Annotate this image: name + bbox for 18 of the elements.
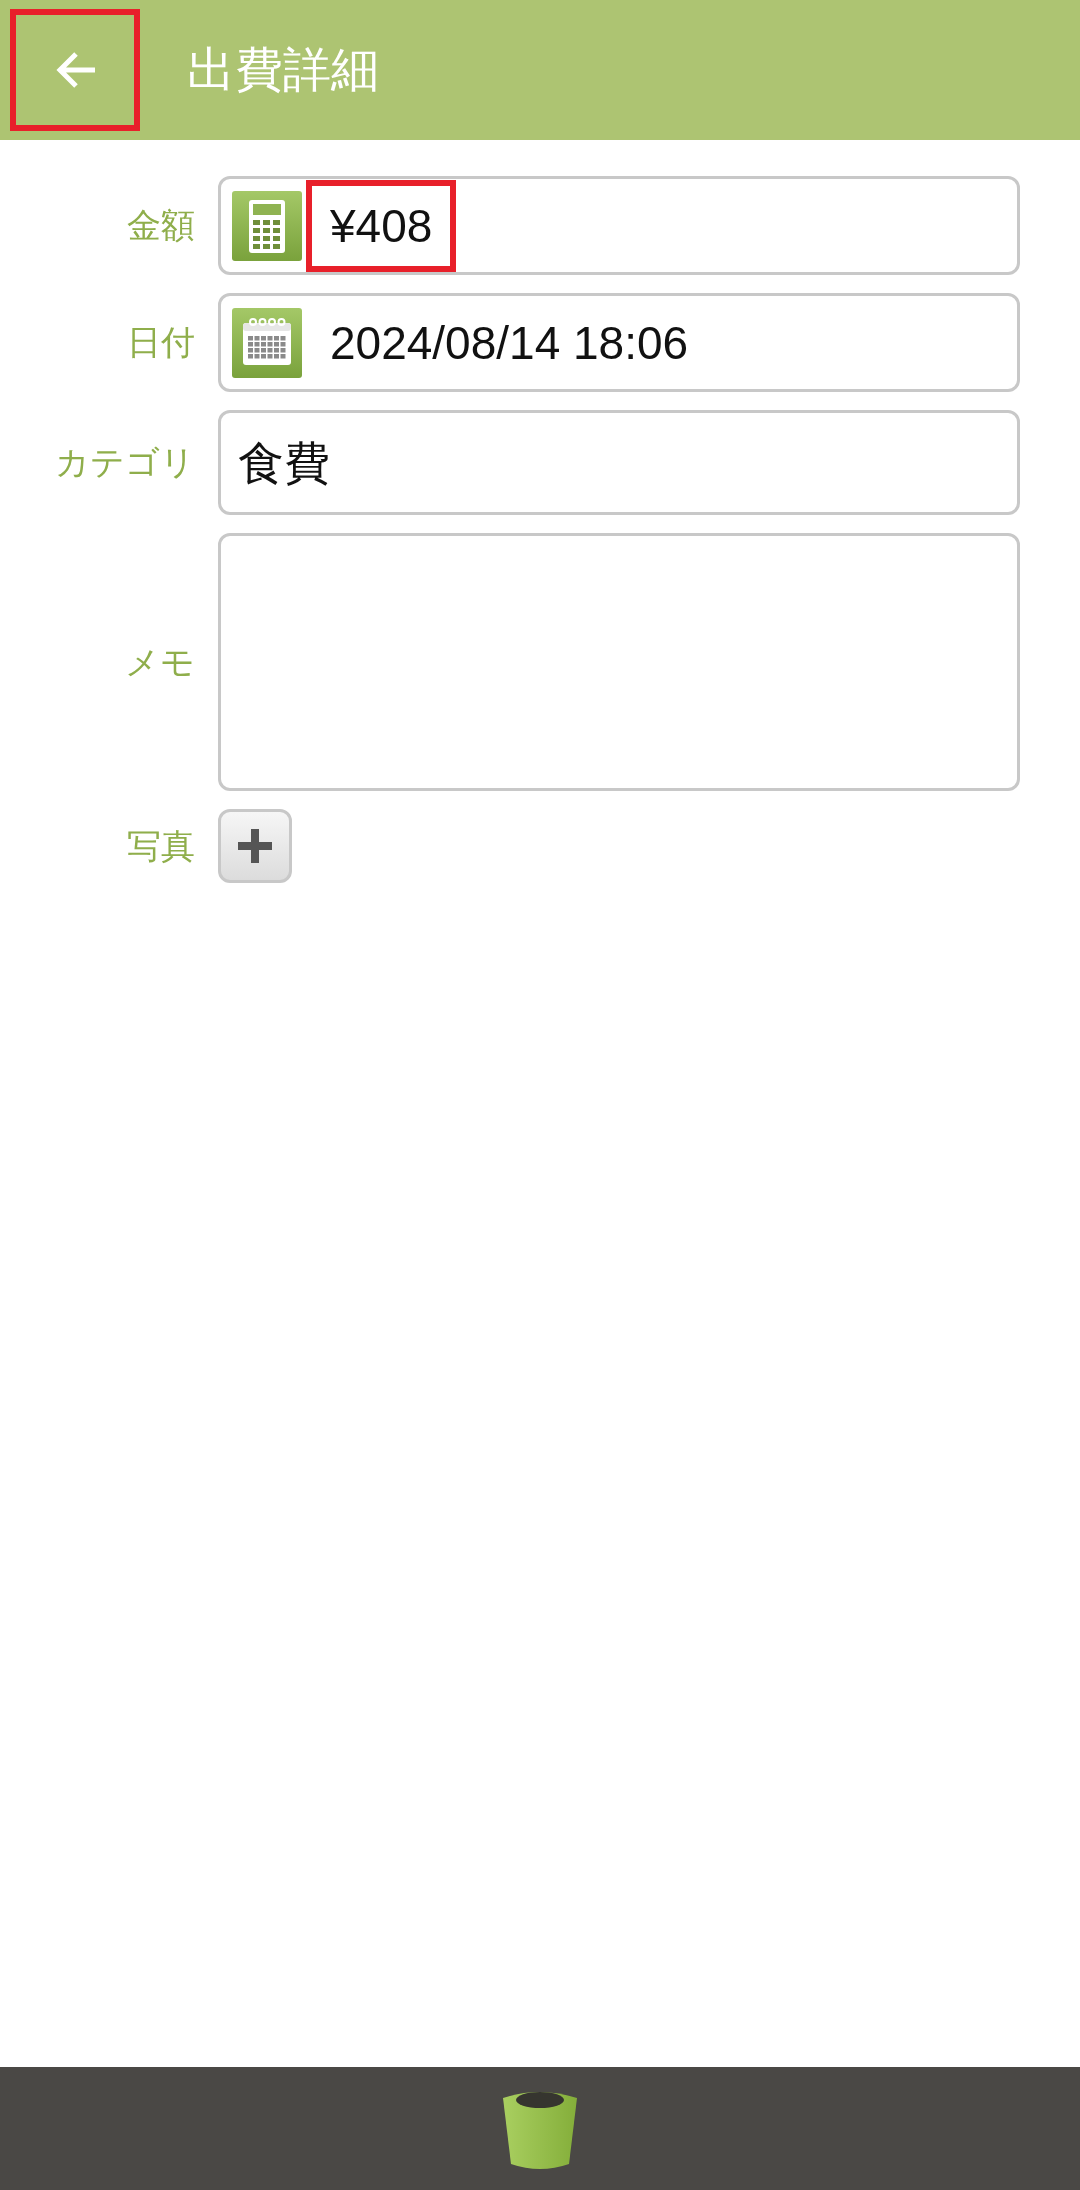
- field-label: 写真: [127, 825, 195, 867]
- calculator-icon: [232, 190, 302, 261]
- field-label: メモ: [125, 641, 195, 683]
- add-photo-button[interactable]: [218, 809, 292, 883]
- field-label: 金額: [127, 205, 195, 246]
- category-value: 食費: [238, 436, 330, 489]
- date-value: 2024/08/14 18:06: [330, 316, 689, 369]
- plus-icon: [238, 829, 272, 863]
- field-label: 日付: [127, 322, 195, 363]
- field-label: カテゴリ: [55, 442, 195, 483]
- back-button[interactable]: [10, 9, 140, 131]
- screen-title: 出費詳細: [187, 42, 379, 99]
- amount-field[interactable]: ¥408: [218, 176, 1020, 275]
- date-field[interactable]: 2024/08/14 18:06: [218, 293, 1020, 392]
- category-field[interactable]: 食費: [218, 410, 1020, 515]
- memo-field[interactable]: [218, 533, 1020, 791]
- amount-value: ¥408: [306, 179, 457, 272]
- calendar-icon: [232, 307, 302, 378]
